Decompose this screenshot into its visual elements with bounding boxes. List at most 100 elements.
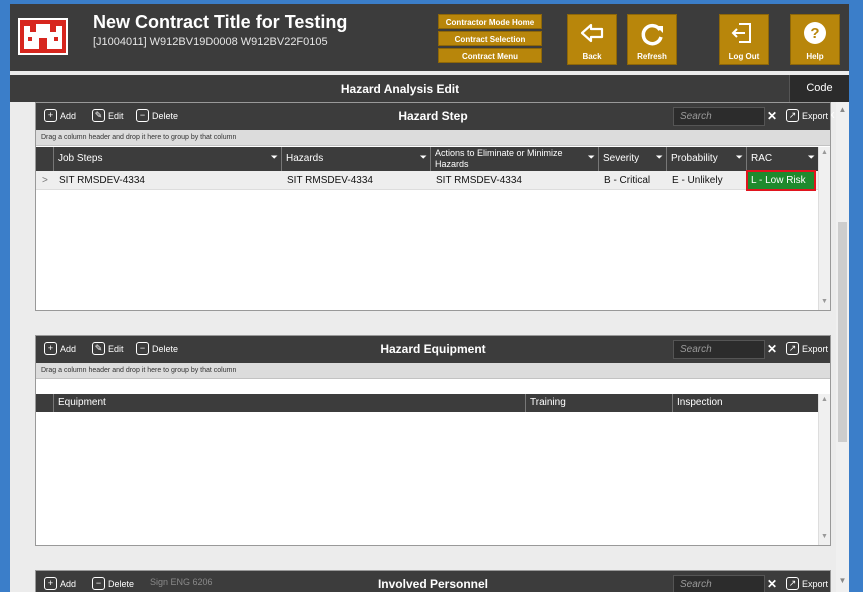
column-training[interactable]: Training	[525, 394, 672, 412]
grid-scrollbar[interactable]: ▲ ▼	[818, 147, 830, 310]
hazard-step-toolbar: + Add ✎ Edit − Delete Hazard Step Search ✕ …	[36, 103, 830, 130]
hazard-step-panel: + Add ✎ Edit − Delete Hazard Step Search ✕ …	[35, 102, 831, 311]
back-arrow-icon	[580, 23, 604, 43]
code-matrix-button[interactable]: Code Matrix	[789, 75, 849, 121]
delete-icon: −	[92, 577, 105, 590]
table-row[interactable]: > SIT RMSDEV-4334 SIT RMSDEV-4334 SIT RM…	[36, 170, 818, 191]
page-title-bar: Hazard Analysis Edit	[10, 75, 849, 102]
grid-scrollbar[interactable]: ▲ ▼	[818, 394, 830, 545]
grid-header: Job Steps ⏷ Hazards ⏷ Actions to Eliminate…	[36, 147, 818, 171]
group-by-drop-area[interactable]: Drag a column header and drop it here to…	[36, 130, 830, 146]
column-rac[interactable]: RAC ⏷	[746, 147, 818, 171]
back-button[interactable]: Back	[567, 14, 617, 65]
edit-icon: ✎	[92, 109, 105, 122]
cell-hazard: SIT RMSDEV-4334	[287, 175, 373, 186]
column-actions[interactable]: Actions to Eliminate or Minimize Hazards…	[430, 147, 598, 171]
scroll-down-icon[interactable]: ▼	[819, 298, 830, 305]
column-label: Hazards	[286, 153, 324, 164]
edit-label: Edit	[108, 110, 124, 121]
delete-icon: −	[136, 109, 149, 122]
app-window: New Contract Title for Testing [J1004011…	[10, 4, 849, 592]
cell-job-step: SIT RMSDEV-4334	[59, 175, 145, 186]
edit-button[interactable]: ✎ Edit	[92, 109, 124, 122]
add-icon: +	[44, 577, 57, 590]
column-inspection[interactable]: Inspection	[672, 394, 818, 412]
scroll-up-icon[interactable]: ▲	[838, 105, 847, 114]
export-label: Export	[802, 343, 829, 354]
castle-logo	[18, 18, 68, 55]
column-label: Training	[530, 397, 566, 408]
filter-icon[interactable]: ⏷	[271, 152, 278, 163]
delete-label: Delete	[152, 110, 179, 121]
add-icon: +	[44, 109, 57, 122]
scroll-down-icon[interactable]: ▼	[819, 533, 830, 540]
help-button[interactable]: ? Help	[790, 14, 840, 65]
edit-button[interactable]: ✎ Edit	[92, 342, 124, 355]
back-label: Back	[582, 52, 602, 61]
delete-button[interactable]: − Delete	[92, 577, 134, 590]
scroll-up-icon[interactable]: ▲	[819, 396, 830, 403]
scroll-up-icon[interactable]: ▲	[819, 149, 830, 156]
column-label: Job Steps	[58, 153, 103, 164]
add-label: Add	[60, 110, 77, 121]
filter-icon[interactable]: ⏷	[808, 152, 815, 163]
page-scrollbar[interactable]: ▲ ▼	[836, 102, 849, 592]
log-out-button[interactable]: Log Out	[719, 14, 769, 65]
help-label: Help	[806, 52, 824, 61]
grid-header: Equipment Training Inspection	[36, 394, 818, 412]
contractor-mode-home-button[interactable]: Contractor Mode Home	[438, 14, 542, 29]
column-probability[interactable]: Probability ⏷	[666, 147, 746, 171]
add-label: Add	[60, 578, 77, 589]
clear-search-icon[interactable]: ✕	[765, 107, 779, 126]
contract-title: New Contract Title for Testing	[93, 12, 348, 32]
svg-text:?: ?	[810, 25, 819, 42]
export-button[interactable]: ↗ Export	[786, 577, 828, 590]
involved-personnel-panel: + Add − Delete Sign ENG 6206 Involved Pers…	[35, 570, 831, 592]
rac-status-badge: L - Low Risk	[746, 170, 816, 191]
filter-icon[interactable]: ⏷	[420, 152, 427, 163]
clear-search-icon[interactable]: ✕	[765, 575, 779, 592]
add-button[interactable]: + Add	[44, 342, 76, 355]
export-icon: ↗	[786, 109, 799, 122]
scroll-down-icon[interactable]: ▼	[838, 576, 847, 585]
column-equipment[interactable]: Equipment	[53, 394, 525, 412]
log-out-label: Log Out	[728, 52, 760, 61]
help-icon: ?	[804, 22, 826, 44]
refresh-button[interactable]: Refresh	[627, 14, 677, 65]
scrollbar-thumb[interactable]	[838, 222, 847, 442]
column-label: Inspection	[677, 397, 723, 408]
export-button[interactable]: ↗ Export	[786, 109, 828, 122]
column-hazards[interactable]: Hazards ⏷	[281, 147, 430, 171]
edit-label: Edit	[108, 343, 124, 354]
column-severity[interactable]: Severity ⏷	[598, 147, 666, 171]
export-icon: ↗	[786, 342, 799, 355]
export-label: Export	[802, 578, 829, 589]
add-button[interactable]: + Add	[44, 577, 76, 590]
hazard-equipment-panel: + Add ✎ Edit − Delete Hazard Equipment Sear…	[35, 335, 831, 546]
delete-button[interactable]: − Delete	[136, 342, 178, 355]
column-label: Actions to Eliminate or Minimize Hazards	[435, 148, 563, 169]
search-input[interactable]: Search	[673, 340, 765, 359]
filter-icon[interactable]: ⏷	[736, 152, 743, 163]
filter-icon[interactable]: ⏷	[656, 152, 663, 163]
filter-icon[interactable]: ⏷	[588, 152, 595, 163]
window-frame: New Contract Title for Testing [J1004011…	[0, 0, 863, 592]
cell-severity: B - Critical	[604, 175, 651, 186]
add-label: Add	[60, 343, 77, 354]
search-input[interactable]: Search	[673, 107, 765, 126]
add-button[interactable]: + Add	[44, 109, 76, 122]
contract-selection-button[interactable]: Contract Selection	[438, 31, 542, 46]
delete-button[interactable]: − Delete	[136, 109, 178, 122]
contract-menu-button[interactable]: Contract Menu	[438, 48, 542, 63]
add-icon: +	[44, 342, 57, 355]
column-job-steps[interactable]: Job Steps ⏷	[53, 147, 281, 171]
clear-search-icon[interactable]: ✕	[765, 340, 779, 359]
expand-row-icon[interactable]: >	[38, 171, 52, 190]
column-label: Probability	[671, 153, 718, 164]
group-by-drop-area[interactable]: Drag a column header and drop it here to…	[36, 363, 830, 379]
search-input[interactable]: Search	[673, 575, 765, 592]
sign-eng-6206-button[interactable]: Sign ENG 6206	[150, 577, 213, 587]
delete-label: Delete	[108, 578, 135, 589]
refresh-label: Refresh	[637, 52, 667, 61]
export-button[interactable]: ↗ Export	[786, 342, 828, 355]
